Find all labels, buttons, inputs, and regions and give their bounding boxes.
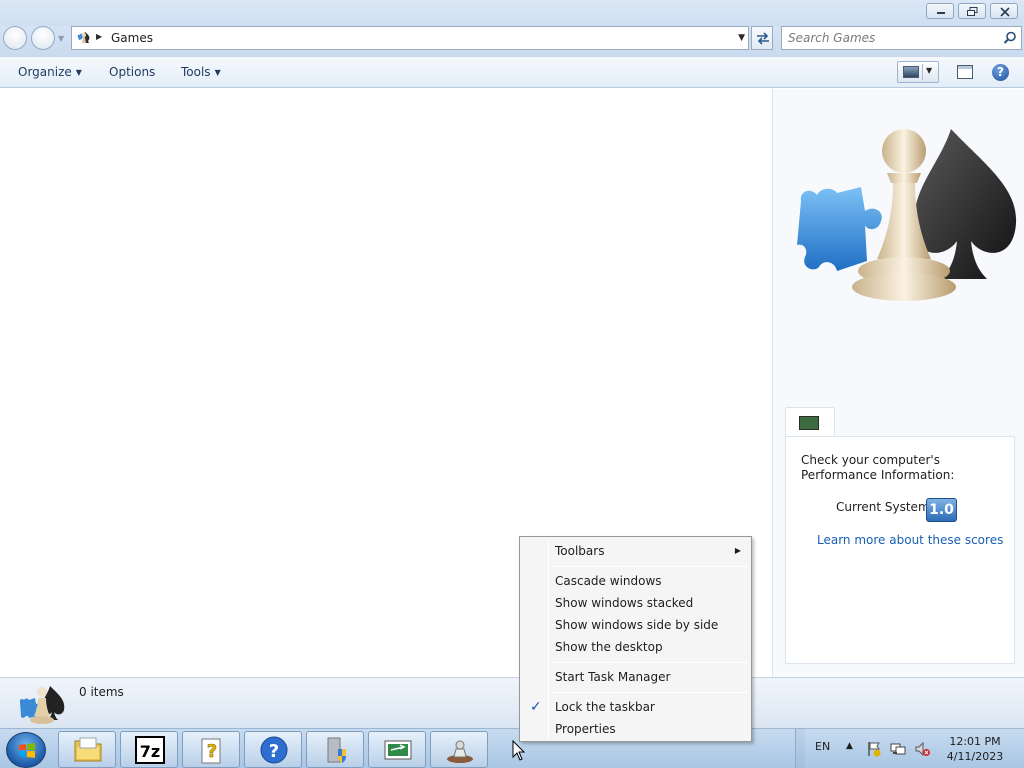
menu-item-show-windows-stacked[interactable]: Show windows stacked [522, 592, 749, 614]
menu-item-label: Toolbars [555, 544, 605, 558]
show-hidden-icons-icon[interactable]: ▲ [846, 741, 853, 751]
learn-more-link[interactable]: Learn more about these scores [817, 533, 1003, 547]
view-options-dropdown-icon[interactable]: ▼ [926, 66, 932, 75]
address-bar[interactable]: ▶ Games ▼ [71, 26, 749, 50]
help-doc-icon: ? [201, 738, 221, 764]
minimize-icon [937, 12, 945, 14]
display-icon [384, 740, 412, 760]
menu-separator [552, 662, 748, 663]
item-count: 0 items [79, 685, 124, 699]
clock-time: 12:01 PM [949, 735, 1001, 748]
security-icon [327, 737, 346, 763]
action-center-icon[interactable] [866, 741, 882, 757]
options-button[interactable]: Options [109, 65, 155, 79]
details-pane: 0 items [0, 677, 1024, 728]
performance-panel: Check your computer's Performance Inform… [785, 436, 1015, 664]
taskbar-games-button[interactable] [430, 731, 488, 768]
breadcrumb-separator-icon[interactable]: ▶ [96, 32, 102, 41]
mouse-pointer-icon [512, 740, 526, 761]
help-glyph: ? [269, 741, 279, 762]
restore-button[interactable] [958, 3, 986, 19]
address-history-dropdown-icon[interactable]: ▼ [738, 33, 745, 43]
taskbar-7zip-button[interactable]: 7z [120, 731, 178, 768]
experience-index-score: 1.0 [926, 498, 957, 522]
address-row: ▼ ▶ Games ▼ [0, 26, 1024, 56]
menu-item-label: Lock the taskbar [555, 700, 655, 714]
menu-item-label: Start Task Manager [555, 670, 671, 684]
submenu-arrow-icon: ▶ [734, 546, 741, 555]
minimize-button[interactable] [926, 3, 954, 19]
chevron-down-icon: ▼ [75, 68, 82, 77]
performance-tab[interactable] [785, 407, 835, 437]
back-button[interactable] [3, 26, 27, 50]
taskbar-display-button[interactable] [368, 731, 426, 768]
games-icon [447, 740, 473, 763]
help-doc-glyph: ? [207, 741, 217, 762]
restore-icon [967, 7, 978, 16]
system-clock[interactable]: 12:01 PM 4/11/2023 [944, 734, 1006, 764]
menu-item-label: Show windows stacked [555, 596, 694, 610]
taskbar-context-menu: Toolbars ▶ Cascade windows Show windows … [519, 536, 752, 742]
current-system-label: Current System [836, 500, 930, 514]
organize-label: Organize [18, 65, 72, 79]
preview-pane-toggle-icon[interactable] [957, 65, 973, 79]
volume-muted-icon[interactable] [914, 741, 930, 757]
refresh-icon [757, 32, 769, 45]
menu-item-show-windows-side-by-side[interactable]: Show windows side by side [522, 614, 749, 636]
options-label: Options [109, 65, 156, 79]
7zip-icon: 7z [135, 736, 165, 764]
change-view-button[interactable]: ▼ [897, 61, 939, 83]
taskbar-help-document-button[interactable]: ? [182, 731, 240, 768]
windows-logo-icon [19, 743, 35, 758]
menu-item-label: Cascade windows [555, 574, 662, 588]
7zip-label: 7z [140, 742, 160, 761]
network-icon[interactable] [890, 741, 906, 757]
start-button[interactable] [6, 732, 46, 768]
games-hero-icon [797, 129, 1017, 301]
close-icon [1000, 7, 1010, 17]
menu-item-cascade-windows[interactable]: Cascade windows [522, 570, 749, 592]
forward-button[interactable] [31, 26, 55, 50]
taskbar-scroll-handle[interactable] [795, 729, 805, 768]
help-icon: ? [260, 736, 288, 764]
preview-pane: Check your computer's Performance Inform… [772, 89, 1024, 677]
menu-item-label: Show windows side by side [555, 618, 719, 632]
tools-menu[interactable]: Tools ▼ [181, 65, 221, 79]
explorer-icon [74, 737, 102, 762]
menu-item-properties[interactable]: Properties [522, 718, 749, 740]
search-box[interactable] [781, 26, 1022, 50]
chevron-down-icon: ▼ [214, 68, 221, 77]
view-icon [903, 66, 919, 78]
clock-date: 4/11/2023 [946, 750, 1004, 763]
taskbar-help-button[interactable]: ? [244, 731, 302, 768]
search-icon[interactable] [1003, 31, 1017, 45]
menu-separator [552, 692, 748, 693]
tools-label: Tools [181, 65, 211, 79]
breadcrumb-games[interactable]: Games [111, 31, 153, 45]
menu-item-show-the-desktop[interactable]: Show the desktop [522, 636, 749, 658]
title-bar [0, 0, 1024, 26]
command-bar: Organize ▼ Options Tools ▼ ▼ ? [0, 56, 1024, 88]
refresh-button[interactable] [751, 26, 773, 50]
close-button[interactable] [990, 3, 1018, 19]
menu-item-toolbars[interactable]: Toolbars ▶ [522, 540, 749, 562]
checkmark-icon: ✓ [530, 699, 542, 715]
games-folder-icon [77, 32, 90, 43]
view-button-divider [922, 64, 923, 80]
taskbar-security-button[interactable] [306, 731, 364, 768]
menu-separator [552, 566, 748, 567]
menu-item-lock-the-taskbar[interactable]: ✓ Lock the taskbar [522, 696, 749, 718]
organize-menu[interactable]: Organize ▼ [18, 65, 82, 79]
help-icon[interactable]: ? [992, 64, 1009, 81]
menu-item-start-task-manager[interactable]: Start Task Manager [522, 666, 749, 688]
recent-pages-dropdown-icon[interactable]: ▼ [58, 34, 64, 43]
search-input[interactable] [788, 30, 998, 46]
menu-item-label: Show the desktop [555, 640, 663, 654]
taskbar-explorer-button[interactable] [58, 731, 116, 768]
games-small-icon [19, 686, 65, 724]
menu-item-label: Properties [555, 722, 616, 736]
language-indicator[interactable]: EN [815, 740, 830, 753]
monitor-icon [799, 416, 819, 430]
performance-heading: Check your computer's Performance Inform… [801, 453, 955, 482]
